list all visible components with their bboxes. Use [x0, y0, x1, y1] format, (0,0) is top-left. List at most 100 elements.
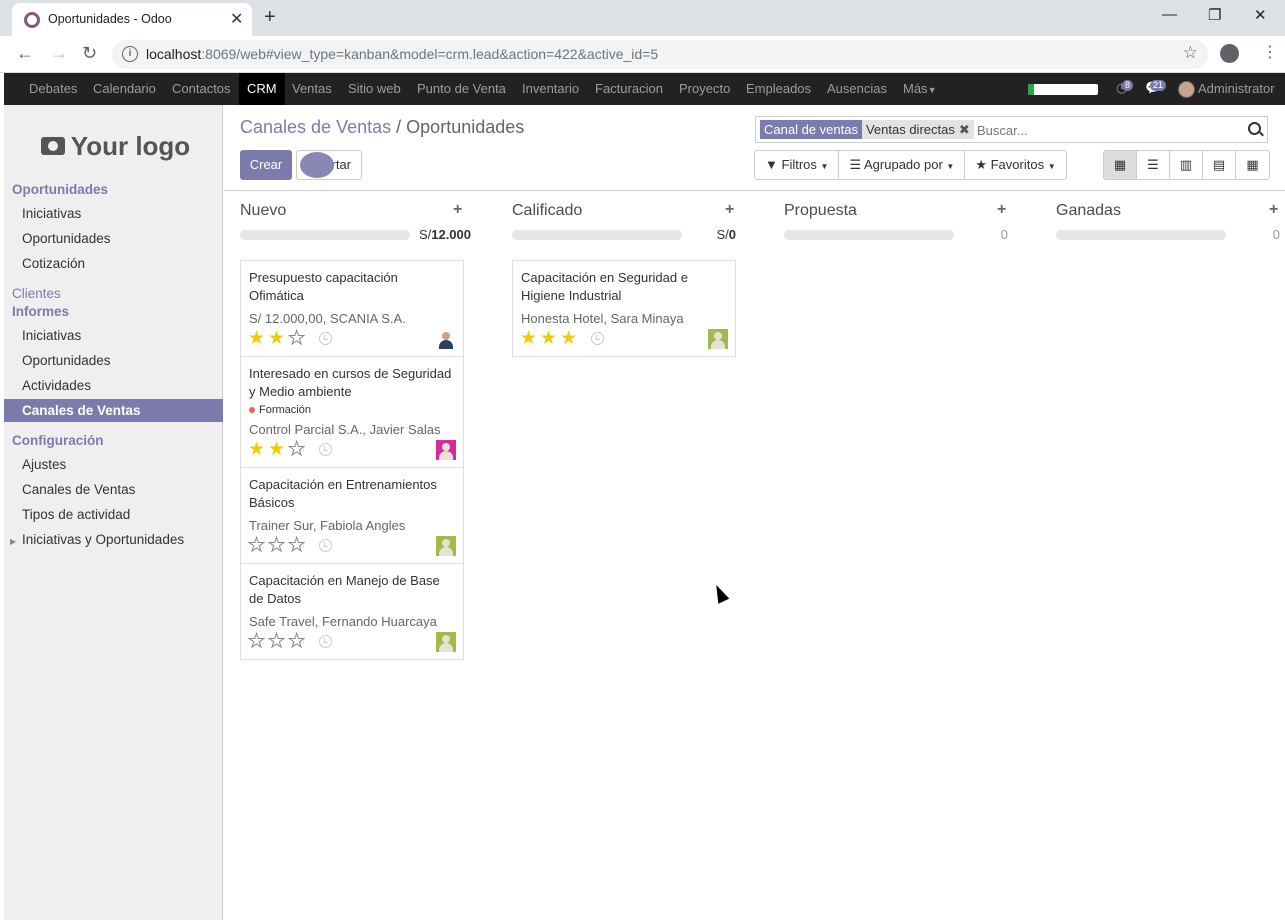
sidebar-item-canales-de-ventas[interactable]: Canales de Ventas	[4, 399, 223, 422]
list-view-icon[interactable]: ☰	[1137, 151, 1170, 179]
url-path: :8069/web#view_type=kanban&model=crm.lea…	[201, 46, 659, 62]
star-icon[interactable]: ★	[248, 328, 268, 349]
sidebar-item-iniciativas[interactable]: Iniciativas	[22, 206, 81, 221]
sidebar-item-oportunidades[interactable]: Oportunidades	[22, 231, 111, 246]
sidebar-item-config-canales[interactable]: Canales de Ventas	[22, 482, 135, 497]
sidebar-section-configuracion[interactable]: Configuración	[12, 433, 104, 448]
menu-empleados[interactable]: Empleados	[746, 81, 811, 96]
menu-sitio-web[interactable]: Sitio web	[348, 81, 401, 96]
priority-stars[interactable]: ★★★	[247, 631, 308, 652]
sidebar-item-ajustes[interactable]: Ajustes	[22, 457, 66, 472]
search-bar[interactable]: Canal de ventas Ventas directas ✖	[755, 116, 1268, 143]
account-icon[interactable]	[1220, 44, 1239, 63]
filters-button[interactable]: ▼ Filtros ▼	[755, 151, 840, 179]
card-info: S/ 12.000,00, SCANIA S.A.	[249, 311, 406, 326]
activity-clock-icon[interactable]	[319, 539, 332, 552]
pivot-view-icon[interactable]: ▦	[1236, 151, 1269, 179]
star-icon[interactable]: ★	[247, 631, 268, 652]
priority-stars[interactable]: ★★★	[520, 329, 580, 349]
sidebar-section-informes[interactable]: Informes	[12, 304, 69, 319]
sidebar-section-clientes[interactable]: Clientes	[12, 286, 61, 301]
sidebar-item-iniciativas-oportunidades[interactable]: Iniciativas y Oportunidades	[22, 532, 184, 547]
sidebar-section-oportunidades[interactable]: Oportunidades	[12, 182, 108, 197]
groupby-button[interactable]: ☰ Agrupado por ▼	[839, 151, 966, 179]
menu-ventas[interactable]: Ventas	[292, 81, 332, 96]
menu-crm[interactable]: CRM	[239, 73, 285, 105]
star-icon[interactable]: ★	[268, 439, 288, 460]
kanban-card[interactable]: Capacitación en Manejo de Base de Datos …	[240, 563, 464, 660]
mouse-cursor	[710, 582, 730, 604]
back-icon[interactable]: ←	[16, 43, 34, 64]
star-icon[interactable]: ★	[288, 535, 308, 556]
star-icon[interactable]: ★	[520, 328, 540, 349]
star-icon[interactable]: ★	[288, 631, 308, 652]
menu-debates[interactable]: Debates	[29, 81, 77, 96]
activity-clock-icon[interactable]	[319, 332, 332, 345]
breadcrumb-parent[interactable]: Canales de Ventas	[240, 117, 391, 137]
filters-label: Filtros	[781, 157, 817, 172]
kanban-card[interactable]: Capacitación en Seguridad e Higiene Indu…	[512, 260, 736, 357]
calendar-view-icon[interactable]: ▤	[1203, 151, 1236, 179]
kanban-card[interactable]: Interesado en cursos de Seguridad y Medi…	[240, 356, 464, 468]
add-card-icon[interactable]: +	[725, 201, 734, 219]
forward-icon[interactable]: →	[50, 43, 68, 64]
menu-inventario[interactable]: Inventario	[522, 81, 579, 96]
url-input[interactable]: i localhost:8069/web#view_type=kanban&mo…	[112, 40, 1208, 69]
add-card-icon[interactable]: +	[1269, 201, 1278, 219]
restore-icon[interactable]: ❐	[1208, 6, 1221, 24]
add-card-icon[interactable]: +	[997, 201, 1006, 219]
facet-remove-icon[interactable]: ✖	[958, 120, 974, 139]
caret-right-icon[interactable]: ▶	[10, 537, 16, 546]
priority-stars[interactable]: ★★★	[247, 535, 308, 556]
star-icon[interactable]: ★	[288, 439, 308, 460]
kanban-view-icon[interactable]: ▦	[1104, 151, 1137, 179]
star-icon[interactable]: ★	[268, 535, 288, 556]
reload-icon[interactable]: ↻	[82, 43, 97, 64]
bookmark-star-icon[interactable]: ☆	[1183, 43, 1198, 63]
sidebar-item-cotizacion[interactable]: Cotización	[22, 256, 85, 271]
menu-facturacion[interactable]: Facturacion	[595, 81, 663, 96]
add-card-icon[interactable]: +	[453, 201, 462, 219]
user-avatar[interactable]	[1178, 81, 1195, 98]
menu-proyecto[interactable]: Proyecto	[679, 81, 730, 96]
sidebar-item-actividades[interactable]: Actividades	[22, 378, 91, 393]
new-tab-icon[interactable]: +	[264, 6, 276, 29]
star-icon[interactable]: ★	[540, 328, 560, 349]
browser-menu-icon[interactable]: ⋮	[1262, 42, 1278, 62]
user-menu[interactable]: Administrator	[1198, 81, 1275, 96]
create-button[interactable]: Crear	[240, 150, 292, 180]
caret-down-icon: ▼	[1047, 162, 1056, 171]
activity-clock-icon[interactable]	[591, 332, 604, 345]
star-icon[interactable]: ★	[268, 631, 288, 652]
menu-ausencias[interactable]: Ausencias	[827, 81, 887, 96]
menu-punto-de-venta[interactable]: Punto de Venta	[417, 81, 506, 96]
search-icon[interactable]	[1248, 122, 1261, 135]
priority-stars[interactable]: ★★★	[248, 328, 308, 349]
activity-clock-icon[interactable]	[319, 443, 332, 456]
sidebar-item-tipos-actividad[interactable]: Tipos de actividad	[22, 507, 130, 522]
menu-contactos[interactable]: Contactos	[172, 81, 231, 96]
priority-stars[interactable]: ★★★	[248, 439, 308, 460]
star-icon[interactable]: ★	[560, 328, 580, 349]
kanban-card[interactable]: Capacitación en Entrenamientos Básicos T…	[240, 467, 464, 564]
graph-view-icon[interactable]: ▥	[1170, 151, 1203, 179]
minimize-icon[interactable]: —	[1162, 6, 1177, 23]
column-title-nuevo: Nuevo	[240, 202, 287, 219]
favorites-button[interactable]: ★ Favoritos ▼	[965, 151, 1065, 179]
window-close-icon[interactable]: ✕	[1254, 6, 1267, 24]
site-info-icon[interactable]: i	[122, 46, 138, 62]
kanban-card[interactable]: Presupuesto capacitación Ofimática S/ 12…	[240, 260, 464, 357]
star-icon[interactable]: ★	[248, 439, 268, 460]
menu-calendario[interactable]: Calendario	[93, 81, 156, 96]
menu-mas[interactable]: Más▼	[903, 81, 936, 96]
star-icon[interactable]: ★	[268, 328, 288, 349]
activity-clock-icon[interactable]	[319, 635, 332, 648]
search-input[interactable]	[977, 121, 1237, 139]
star-icon[interactable]: ★	[288, 328, 308, 349]
browser-tab[interactable]: Oportunidades - Odoo ✕	[12, 3, 252, 36]
star-icon[interactable]: ★	[247, 535, 268, 556]
sidebar-item-informes-iniciativas[interactable]: Iniciativas	[22, 328, 81, 343]
tab-close-icon[interactable]: ✕	[230, 9, 243, 29]
sidebar-item-informes-oportunidades[interactable]: Oportunidades	[22, 353, 111, 368]
avatar-body	[439, 451, 453, 460]
